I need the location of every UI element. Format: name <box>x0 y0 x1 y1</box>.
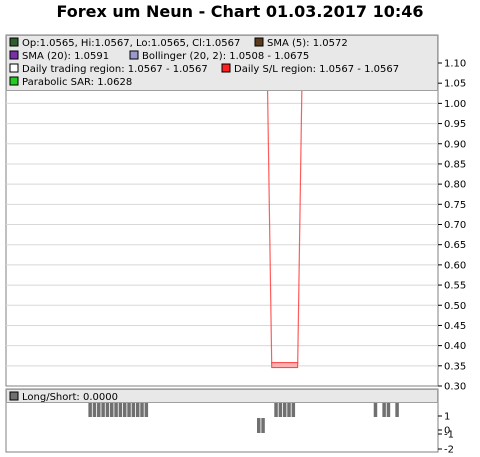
legend-label: SMA (5): 1.0572 <box>267 38 348 49</box>
legend-swatch <box>221 63 231 73</box>
longshort-bar <box>140 403 144 417</box>
longshort-bar <box>97 403 101 417</box>
y-tick-label: 0.35 <box>444 361 466 372</box>
legend-swatch <box>9 50 19 60</box>
longshort-bar <box>373 403 378 417</box>
y-tick-label: 0.50 <box>444 301 466 312</box>
y-tick-label: -2 <box>444 445 454 456</box>
y-tick-label: 1.00 <box>444 99 466 110</box>
legend-label: Daily S/L region: 1.0567 - 1.0567 <box>234 64 399 75</box>
y-tick-label: 0.60 <box>444 260 466 271</box>
longshort-bar <box>144 403 149 417</box>
longshort-bar <box>274 403 278 417</box>
longshort-bar <box>256 418 261 433</box>
longshort-bar <box>278 403 283 417</box>
legend-swatch <box>129 50 139 60</box>
chart-canvas: 1.10 1.05 1.00 0.95 0.90 0.85 0.80 0.75 0.70 0.65… <box>5 34 466 456</box>
legend-label: SMA (20): 1.0591 <box>22 51 109 62</box>
y-tick-label: 0.85 <box>444 159 466 170</box>
legend-swatch <box>9 63 19 73</box>
y-tick-label: 0.75 <box>444 200 466 211</box>
longshort-legend-label: Long/Short: 0.0000 <box>22 392 118 403</box>
y-tick-label: 0.65 <box>444 240 466 251</box>
y-tick-label: 1.05 <box>444 79 466 90</box>
legend-swatch <box>9 391 19 401</box>
longshort-bar <box>114 403 118 417</box>
legend-swatch <box>9 37 19 47</box>
y-tick-label: 0.80 <box>444 180 466 191</box>
longshort-bar <box>101 403 105 417</box>
longshort-bar <box>88 403 92 417</box>
y-tick-label: 0.70 <box>444 220 466 231</box>
longshort-bar <box>92 403 97 417</box>
longshort-bar <box>382 403 386 417</box>
y-tick-label: 1 <box>444 412 450 423</box>
legend-swatch <box>254 37 264 47</box>
y-tick-label: -1 <box>444 430 454 441</box>
y-tick-label: 0.45 <box>444 321 466 332</box>
sl-trough-marker <box>271 362 299 369</box>
longshort-bar <box>282 403 287 417</box>
longshort-bar <box>395 403 399 417</box>
longshort-bar <box>135 403 140 417</box>
y-tick-label: 0.90 <box>444 139 466 150</box>
legend-swatch <box>9 76 19 86</box>
longshort-bar <box>122 403 127 417</box>
legend-label: Op:1.0565, Hi:1.0567, Lo:1.0565, Cl:1.05… <box>22 38 240 49</box>
longshort-bar <box>291 403 296 417</box>
longshort-bar <box>118 403 123 417</box>
longshort-bar <box>386 403 391 417</box>
longshort-bar <box>287 403 291 417</box>
y-tick-label: 0.55 <box>444 281 466 292</box>
longshort-bar <box>110 403 114 417</box>
longshort-bar <box>127 403 131 417</box>
legend-label: Daily trading region: 1.0567 - 1.0567 <box>22 64 208 75</box>
longshort-bar <box>131 403 136 417</box>
y-tick-label: 0.40 <box>444 341 466 352</box>
y-tick-label: 0.30 <box>444 382 466 393</box>
longshort-bar <box>105 403 110 417</box>
y-tick-label: 1.10 <box>444 59 466 70</box>
longshort-bar <box>261 418 265 433</box>
y-tick-label: 0.95 <box>444 119 466 130</box>
legend-label: Parabolic SAR: 1.0628 <box>22 77 132 88</box>
legend-label: Bollinger (20, 2): 1.0508 - 1.0675 <box>142 51 309 62</box>
